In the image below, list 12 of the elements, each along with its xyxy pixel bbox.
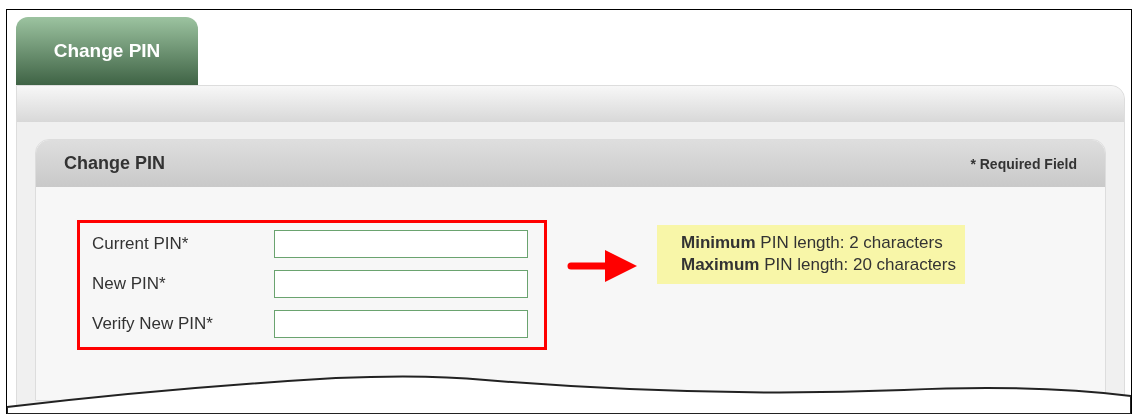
input-field[interactable] xyxy=(274,310,528,338)
input-field[interactable] xyxy=(274,230,528,258)
arrow-icon xyxy=(567,249,637,283)
input-field[interactable] xyxy=(274,270,528,298)
tab[interactable]: Change PIN xyxy=(16,17,198,85)
panel-title: Change PIN xyxy=(64,153,165,174)
field-label: New PIN* xyxy=(92,274,167,294)
field-label: Verify New PIN* xyxy=(92,314,214,334)
required-note: * Required Field xyxy=(970,155,1077,172)
hint-text: Minimum PIN length: 2 characters xyxy=(681,232,944,254)
field-label: Current PIN* xyxy=(92,234,190,254)
hint-text: Maximum PIN length: 20 characters xyxy=(681,254,956,276)
